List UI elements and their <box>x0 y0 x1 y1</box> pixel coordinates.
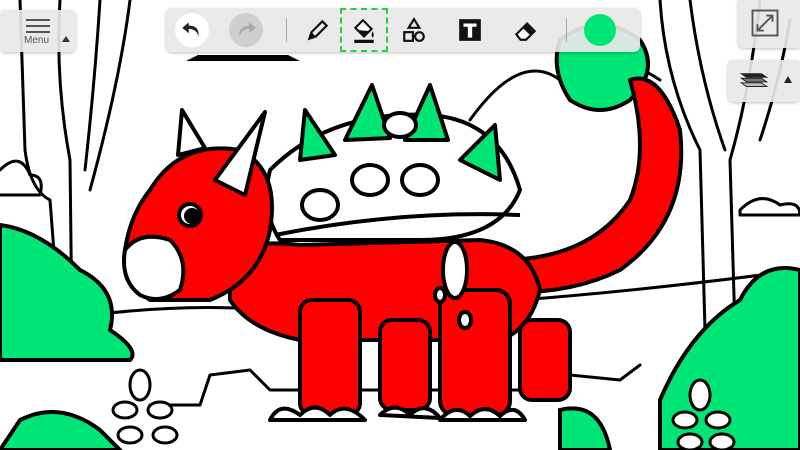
shapes-icon <box>403 17 425 42</box>
undo-button[interactable] <box>174 12 210 48</box>
toolbar-divider <box>286 18 287 42</box>
menu-button[interactable]: Menu <box>0 10 76 52</box>
bush-left <box>0 222 135 450</box>
menu-label: Menu <box>24 35 50 46</box>
pencil-tool[interactable] <box>300 12 336 48</box>
fullscreen-button[interactable] <box>738 0 800 48</box>
pencil-icon <box>307 19 329 41</box>
text-icon <box>459 19 481 41</box>
expand-diagonal-icon <box>751 9 779 37</box>
layers-button[interactable] <box>728 60 800 102</box>
fern-left <box>111 368 179 445</box>
layers-icon <box>739 73 769 87</box>
redo-icon <box>229 13 263 47</box>
color-picker-button[interactable] <box>584 14 616 46</box>
text-tool[interactable] <box>452 12 488 48</box>
toolbar-pull-tab[interactable] <box>186 54 300 62</box>
toolbar <box>166 8 640 52</box>
cloud-right <box>738 197 800 217</box>
paint-bucket-icon <box>353 18 374 43</box>
toolbar-divider <box>566 18 567 42</box>
hamburger-icon <box>26 19 50 33</box>
caret-up-icon <box>62 36 70 42</box>
eraser-icon <box>514 21 537 41</box>
undo-icon <box>175 13 209 47</box>
redo-button[interactable] <box>228 12 264 48</box>
caret-up-icon <box>784 76 792 83</box>
fill-tool[interactable] <box>340 8 388 52</box>
dinosaur <box>122 76 684 422</box>
drawing-canvas[interactable] <box>0 0 800 450</box>
shapes-tool[interactable] <box>396 12 432 48</box>
eraser-tool[interactable] <box>508 12 544 48</box>
cloud-left <box>0 159 43 197</box>
